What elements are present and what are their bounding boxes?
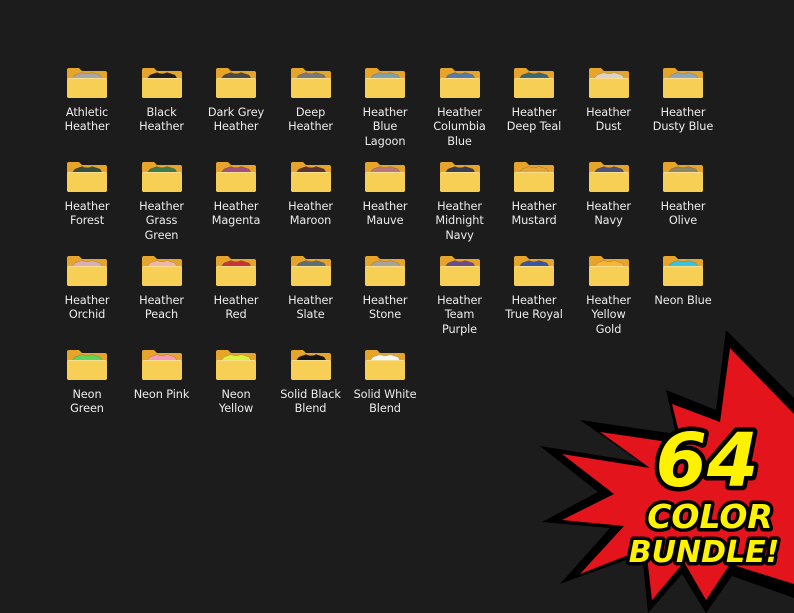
folder-label: Heather Navy <box>586 200 631 228</box>
folder-heather-forest[interactable]: Heather Forest <box>49 156 125 248</box>
folder-deep-heather[interactable]: Deep Heather <box>273 62 349 154</box>
folder-label: Neon Pink <box>133 388 190 401</box>
folder-heather-dusty-blue[interactable]: Heather Dusty Blue <box>645 62 721 154</box>
folder-icon <box>439 162 480 192</box>
folder-icon <box>216 350 256 380</box>
folder-athletic-heather[interactable]: Athletic Heather <box>49 62 125 154</box>
folder-label: Heather Peach <box>139 294 184 322</box>
folder-label: Heather Orchid <box>64 294 110 322</box>
folder-neon-green[interactable]: Neon Green <box>49 344 125 436</box>
folder-icon <box>588 162 629 192</box>
folder-icon <box>141 256 182 286</box>
folder-heather-orchid[interactable]: Heather Orchid <box>49 250 125 342</box>
folder-dark-grey-heather[interactable]: Dark Grey Heather <box>198 62 274 154</box>
folder-label: Heather Columbia Blue <box>433 106 486 148</box>
folder-heather-stone[interactable]: Heather Stone <box>347 250 423 342</box>
folder-icon <box>663 256 703 286</box>
folder-icon <box>439 256 480 286</box>
folder-heather-navy[interactable]: Heather Navy <box>571 156 647 248</box>
folder-label: Heather Magenta <box>211 200 261 228</box>
folder-icon <box>67 350 107 380</box>
folder-solid-black-blend[interactable]: Solid Black Blend <box>273 344 349 436</box>
burst-word-color: COLOR <box>647 497 773 536</box>
burst-number: 64 <box>656 418 759 504</box>
folder-icon <box>514 256 554 286</box>
folder-heather-maroon[interactable]: Heather Maroon <box>273 156 349 248</box>
folder-label: Heather Blue Lagoon <box>362 106 408 148</box>
folder-icon <box>663 162 703 192</box>
folder-icon <box>365 350 405 380</box>
burst-word-bundle: BUNDLE! <box>629 535 780 570</box>
folder-icon <box>67 68 107 98</box>
folder-heather-dust[interactable]: Heather Dust <box>571 62 647 154</box>
folder-icon <box>365 256 405 286</box>
folder-label: Heather Slate <box>288 294 333 322</box>
folder-icon <box>67 162 107 192</box>
folder-heather-red[interactable]: Heather Red <box>198 250 274 342</box>
folder-label: Heather Midnight Navy <box>435 200 484 242</box>
folder-neon-yellow[interactable]: Neon Yellow <box>198 344 274 436</box>
folder-black-heather[interactable]: Black Heather <box>124 62 200 154</box>
folder-heather-deep-teal[interactable]: Heather Deep Teal <box>496 62 572 154</box>
folder-label: Neon Yellow <box>218 388 254 416</box>
folder-icon <box>216 162 256 192</box>
folder-heather-mauve[interactable]: Heather Mauve <box>347 156 423 248</box>
folder-icon <box>290 68 331 98</box>
folder-label: Athletic Heather <box>64 106 110 134</box>
folder-label: Heather Red <box>213 294 259 322</box>
folder-neon-pink[interactable]: Neon Pink <box>124 344 200 436</box>
folder-label: Heather Olive <box>660 200 706 228</box>
folder-heather-blue-lagoon[interactable]: Heather Blue Lagoon <box>347 62 423 154</box>
folder-icon <box>67 256 107 286</box>
folder-icon <box>141 68 182 98</box>
folder-label: Neon Blue <box>654 294 712 307</box>
folder-icon <box>663 68 703 98</box>
folder-label: Heather Mustard <box>511 200 557 228</box>
folder-label: Heather Maroon <box>288 200 333 228</box>
folder-icon <box>365 68 405 98</box>
folder-icon <box>141 350 182 380</box>
folder-icon <box>514 68 554 98</box>
folder-label: Heather Deep Teal <box>506 106 562 134</box>
folder-label: Heather Mauve <box>362 200 408 228</box>
folder-label: Dark Grey Heather <box>207 106 265 134</box>
folder-label: Black Heather <box>139 106 184 134</box>
folder-label: Neon Green <box>70 388 104 416</box>
folder-label: Heather Grass Green <box>139 200 184 242</box>
folder-label: Heather Stone <box>362 294 408 322</box>
folder-icon <box>365 162 405 192</box>
folder-heather-peach[interactable]: Heather Peach <box>124 250 200 342</box>
folder-label: Heather Dust <box>586 106 631 134</box>
folder-heather-olive[interactable]: Heather Olive <box>645 156 721 248</box>
folder-icon <box>514 162 554 192</box>
folder-heather-magenta[interactable]: Heather Magenta <box>198 156 274 248</box>
folder-label: Heather Team Purple <box>437 294 482 336</box>
folder-icon <box>141 162 182 192</box>
folder-heather-team-purple[interactable]: Heather Team Purple <box>422 250 498 342</box>
folder-icon <box>290 350 331 380</box>
folder-icon <box>588 256 629 286</box>
folder-icon <box>439 68 480 98</box>
folder-heather-mustard[interactable]: Heather Mustard <box>496 156 572 248</box>
folder-heather-columbia-blue[interactable]: Heather Columbia Blue <box>422 62 498 154</box>
folder-label: Solid White Blend <box>353 388 417 416</box>
folder-icon <box>588 68 629 98</box>
folder-label: Heather Forest <box>64 200 110 228</box>
folder-label: Heather Dusty Blue <box>652 106 714 134</box>
folder-label: Deep Heather <box>288 106 333 134</box>
color-bundle-burst: 64 COLOR BUNDLE! <box>540 330 794 613</box>
folder-heather-midnight-navy[interactable]: Heather Midnight Navy <box>422 156 498 248</box>
folder-heather-grass-green[interactable]: Heather Grass Green <box>124 156 200 248</box>
folder-label: Heather True Royal <box>505 294 563 322</box>
folder-solid-white-blend[interactable]: Solid White Blend <box>347 344 423 436</box>
folder-icon <box>216 256 256 286</box>
folder-icon <box>290 256 331 286</box>
folder-label: Solid Black Blend <box>280 388 341 416</box>
folder-icon <box>290 162 331 192</box>
folder-heather-slate[interactable]: Heather Slate <box>273 250 349 342</box>
folder-icon <box>216 68 256 98</box>
